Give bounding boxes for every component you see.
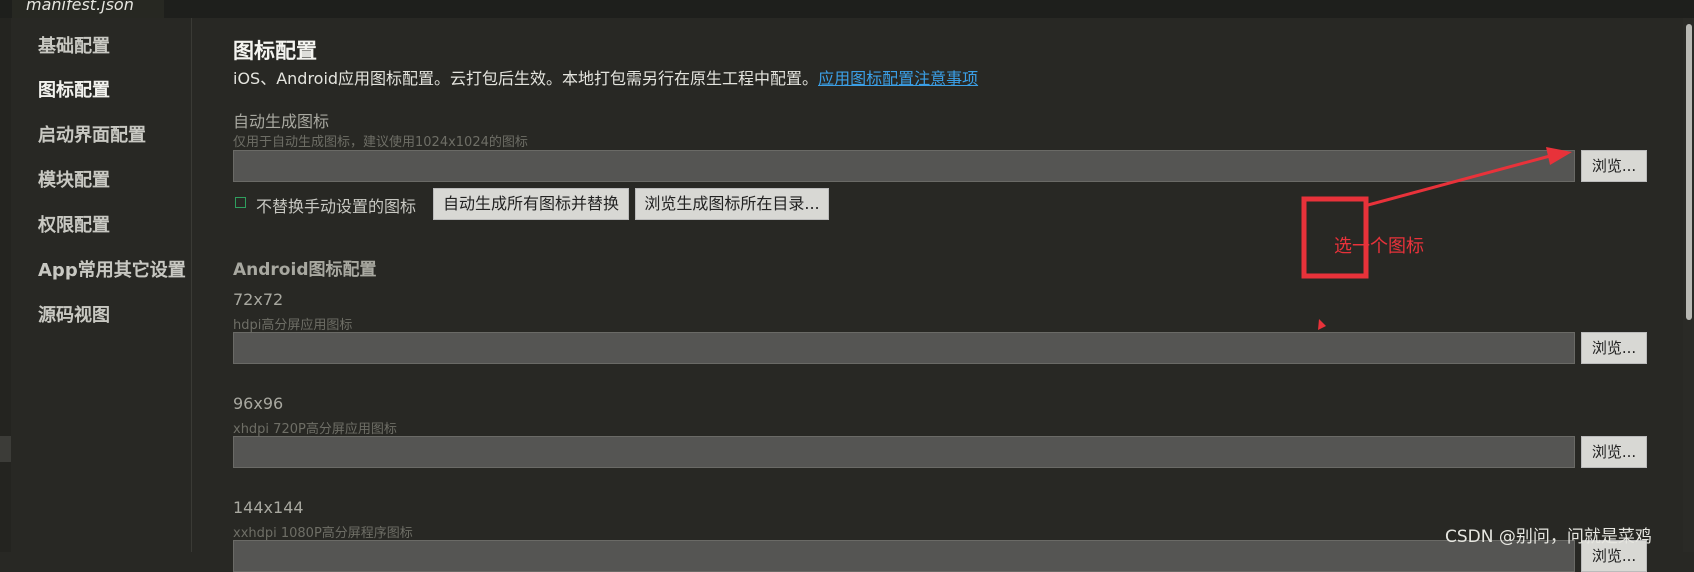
sidebar-item-app-other[interactable]: App常用其它设置 xyxy=(38,256,186,282)
icon-72-hint: hdpi高分屏应用图标 xyxy=(233,318,353,333)
generate-all-icons-button[interactable]: 自动生成所有图标并替换 xyxy=(433,188,629,220)
page-title: 图标配置 xyxy=(233,39,317,63)
sidebar-item-splash[interactable]: 启动界面配置 xyxy=(38,121,146,147)
icon-72-path-input[interactable] xyxy=(233,332,1575,364)
icon-96-label: 96x96 xyxy=(233,394,284,413)
sidebar-item-icons[interactable]: 图标配置 xyxy=(38,76,110,102)
no-replace-label[interactable]: 不替换手动设置的图标 xyxy=(256,193,416,217)
browse-icon-dir-button[interactable]: 浏览生成图标所在目录... xyxy=(635,188,829,220)
tab-manifest-json[interactable]: manifest.json xyxy=(12,0,164,18)
annotation-text: 选一个图标 xyxy=(1334,236,1424,257)
sidebar-item-permissions[interactable]: 权限配置 xyxy=(38,211,110,237)
auto-icon-browse-button[interactable]: 浏览... xyxy=(1581,150,1647,182)
description-text: iOS、Android应用图标配置。云打包后生效。本地打包需另行在原生工程中配置… xyxy=(233,69,819,88)
sidebar-item-modules[interactable]: 模块配置 xyxy=(38,166,110,192)
editor-tab-bar: manifest.json xyxy=(0,0,1694,18)
icon-144-path-input[interactable] xyxy=(233,540,1575,572)
icon-144-label: 144x144 xyxy=(233,498,304,517)
icon-config-notes-link[interactable]: 应用图标配置注意事项 xyxy=(818,69,978,88)
icon-config-panel: 图标配置 iOS、Android应用图标配置。云打包后生效。本地打包需另行在原生… xyxy=(193,18,1683,572)
activity-strip-marker xyxy=(0,436,11,462)
no-replace-checkbox[interactable] xyxy=(235,197,246,208)
icon-72-label: 72x72 xyxy=(233,290,284,309)
auto-icon-label: 自动生成图标 xyxy=(233,112,330,131)
auto-icon-path-input[interactable] xyxy=(233,150,1575,182)
auto-icon-hint: 仅用于自动生成图标，建议使用1024x1024的图标 xyxy=(233,135,528,150)
icon-72-browse-button[interactable]: 浏览... xyxy=(1581,332,1647,364)
sidebar-item-source-view[interactable]: 源码视图 xyxy=(38,301,110,327)
activity-strip xyxy=(0,18,11,552)
icon-96-path-input[interactable] xyxy=(233,436,1575,468)
scrollbar-thumb[interactable] xyxy=(1686,24,1692,320)
page-description: iOS、Android应用图标配置。云打包后生效。本地打包需另行在原生工程中配置… xyxy=(233,65,978,89)
watermark: CSDN @别问，问就是菜鸡 xyxy=(1445,527,1652,547)
config-sidebar: 基础配置 图标配置 启动界面配置 模块配置 权限配置 App常用其它设置 源码视… xyxy=(11,18,192,552)
icon-96-browse-button[interactable]: 浏览... xyxy=(1581,436,1647,468)
android-section-title: Android图标配置 xyxy=(233,260,377,280)
icon-96-hint: xhdpi 720P高分屏应用图标 xyxy=(233,422,397,437)
icon-144-hint: xxhdpi 1080P高分屏程序图标 xyxy=(233,526,413,541)
sidebar-item-basic[interactable]: 基础配置 xyxy=(38,32,110,58)
